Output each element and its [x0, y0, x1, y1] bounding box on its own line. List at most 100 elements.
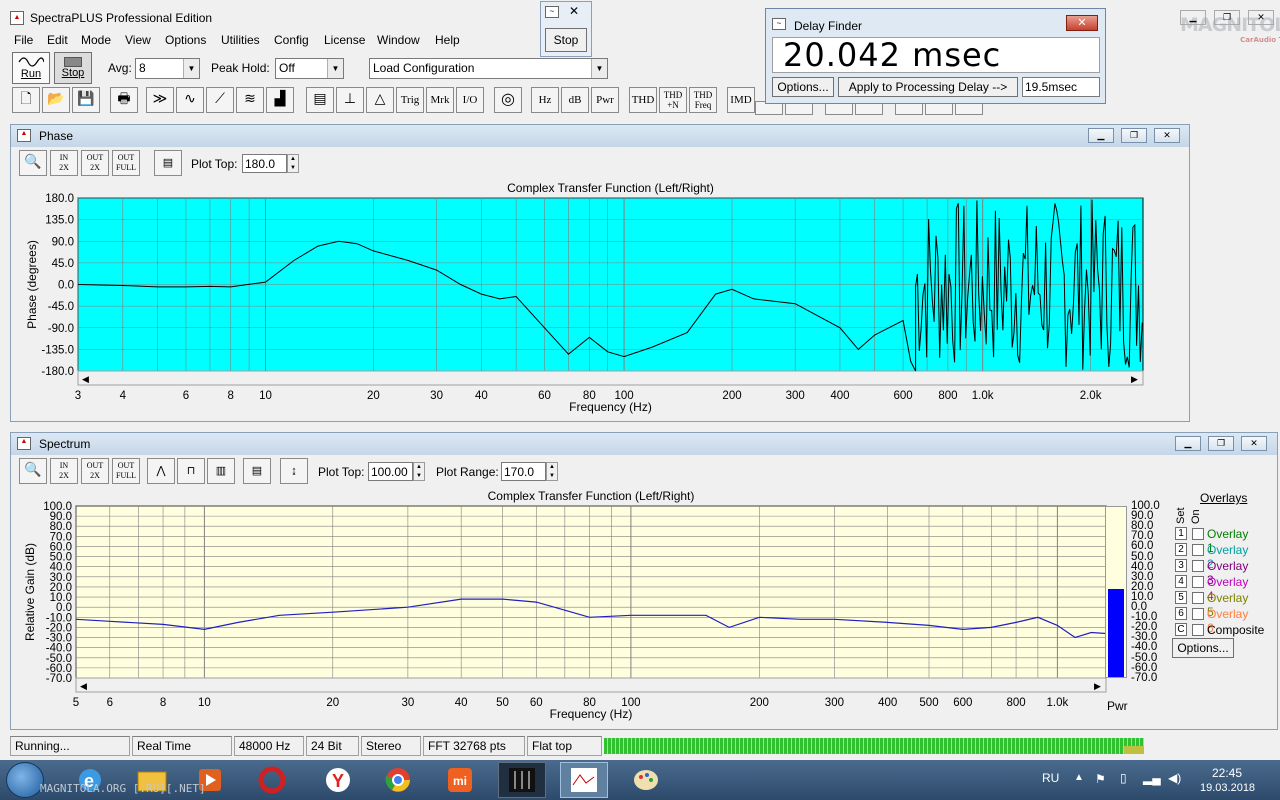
open-folder-icon[interactable]: 📂: [42, 87, 70, 113]
stop-popup-button[interactable]: Stop: [545, 28, 587, 52]
overlay-checkbox[interactable]: [1192, 624, 1204, 636]
mi-icon[interactable]: mi: [436, 762, 484, 798]
spectrum-plot-top-spinner[interactable]: ▲ ▼: [413, 462, 425, 481]
save-icon[interactable]: 💾: [72, 87, 100, 113]
spectrum-h-scrollbar[interactable]: [75, 677, 1107, 693]
fast-forward-icon[interactable]: ≫: [146, 87, 174, 113]
phase-plot-top-input[interactable]: 180.0: [242, 154, 287, 173]
menu-window[interactable]: Window: [377, 33, 420, 47]
tray-expand-icon[interactable]: ▲: [1074, 772, 1084, 783]
restore-button[interactable]: ❐: [1121, 128, 1147, 143]
scroll-right-icon[interactable]: ▶: [1131, 374, 1138, 384]
3d-plot-icon[interactable]: ▟: [266, 87, 294, 113]
triangle-icon[interactable]: △: [366, 87, 394, 113]
plot-options-icon[interactable]: ▤: [243, 458, 271, 484]
overlay-checkbox[interactable]: [1192, 560, 1204, 572]
phase-h-scrollbar[interactable]: [77, 370, 1144, 386]
overlay-set-button[interactable]: 5: [1175, 591, 1187, 604]
overlay-set-button[interactable]: 3: [1175, 559, 1187, 572]
close-icon[interactable]: ✕: [569, 4, 579, 18]
stop-button[interactable]: Stop: [54, 52, 92, 84]
zoom-in-2x-icon[interactable]: IN 2X: [50, 150, 78, 176]
overlay-checkbox[interactable]: [1192, 592, 1204, 604]
avg-select[interactable]: 8 ▼: [135, 58, 200, 79]
plot-range-spinner[interactable]: ▲ ▼: [546, 462, 558, 481]
toolbar-thd-freq-button[interactable]: THD Freq: [689, 87, 717, 113]
overlay-checkbox[interactable]: [1192, 576, 1204, 588]
menu-config[interactable]: Config: [274, 33, 309, 47]
zoom-icon[interactable]: 🔍: [19, 150, 47, 176]
minimize-button[interactable]: ▁: [1088, 128, 1114, 143]
chrome-icon[interactable]: [374, 762, 422, 798]
new-file-icon[interactable]: 🗋: [12, 87, 40, 113]
toolbar-thd-button[interactable]: THD: [629, 87, 657, 113]
toolbar-db-button[interactable]: dB: [561, 87, 589, 113]
ccleaner-icon[interactable]: [248, 762, 296, 798]
clock-date[interactable]: 19.03.2018: [1200, 782, 1255, 794]
peak-hold-select[interactable]: Off ▼: [275, 58, 344, 79]
plot-range-input[interactable]: 170.0: [501, 462, 546, 481]
spectraplus-icon[interactable]: [560, 762, 608, 798]
scale-icon[interactable]: ↨: [280, 458, 308, 484]
menu-utilities[interactable]: Utilities: [221, 33, 260, 47]
toolbar-i-o-button[interactable]: I/O: [456, 87, 484, 113]
bar-plot-icon[interactable]: ▥: [207, 458, 235, 484]
step-plot-icon[interactable]: ⊓: [177, 458, 205, 484]
menu-view[interactable]: View: [125, 33, 151, 47]
yandex-icon[interactable]: Y: [314, 762, 362, 798]
restore-button[interactable]: ❐: [1208, 436, 1234, 451]
zoom-out-2x-icon[interactable]: OUT 2X: [81, 458, 109, 484]
scroll-left-icon[interactable]: ◀: [82, 374, 89, 384]
close-button[interactable]: ✕: [1154, 128, 1180, 143]
phase-plot-top-spinner[interactable]: ▲ ▼: [287, 154, 299, 173]
delay-input[interactable]: 19.5msec: [1022, 77, 1100, 97]
menu-edit[interactable]: Edit: [47, 33, 68, 47]
toolbar-thd-n-button[interactable]: THD +N: [659, 87, 687, 113]
toolbar-hz-button[interactable]: Hz: [531, 87, 559, 113]
zoom-icon[interactable]: 🔍: [19, 458, 47, 484]
battery-icon[interactable]: ▯: [1120, 771, 1127, 785]
paint-icon[interactable]: [622, 762, 670, 798]
close-button[interactable]: ✕: [1248, 10, 1274, 25]
minimize-button[interactable]: ▁: [1175, 436, 1201, 451]
close-button[interactable]: ✕: [1241, 436, 1267, 451]
scroll-left-icon[interactable]: ◀: [80, 681, 87, 691]
toolbar-imd-button[interactable]: IMD: [727, 87, 755, 113]
toolbar-trig-button[interactable]: Trig: [396, 87, 424, 113]
overlay-set-button[interactable]: 2: [1175, 543, 1187, 556]
signal-icon[interactable]: ▂▄: [1143, 771, 1161, 785]
plot-settings-icon[interactable]: ▤: [306, 87, 334, 113]
overlay-set-button[interactable]: 1: [1175, 527, 1187, 540]
axis-icon[interactable]: ⊥: [336, 87, 364, 113]
zoom-out-2x-icon[interactable]: OUT 2X: [81, 150, 109, 176]
menu-help[interactable]: Help: [435, 33, 460, 47]
waterfall-icon[interactable]: ≋: [236, 87, 264, 113]
run-button[interactable]: Run: [12, 52, 50, 84]
overlay-options-button[interactable]: Options...: [1172, 638, 1234, 658]
restore-button[interactable]: ❐: [1214, 10, 1240, 25]
volume-icon[interactable]: ◀): [1168, 771, 1181, 785]
apply-processing-delay-button[interactable]: Apply to Processing Delay -->: [838, 77, 1018, 97]
clock-time[interactable]: 22:45: [1212, 766, 1242, 780]
zoom-out-full-icon[interactable]: OUT FULL: [112, 458, 140, 484]
zoom-in-2x-icon[interactable]: IN 2X: [50, 458, 78, 484]
toolbar-mrk-button[interactable]: Mrk: [426, 87, 454, 113]
spectrum-plot-top-input[interactable]: 100.00: [368, 462, 413, 481]
menu-mode[interactable]: Mode: [81, 33, 111, 47]
menu-file[interactable]: File: [14, 33, 33, 47]
delay-options-button[interactable]: Options...: [772, 77, 834, 97]
toolbar-pwr-button[interactable]: Pwr: [591, 87, 619, 113]
waveform-icon[interactable]: ∿: [176, 87, 204, 113]
minimize-button[interactable]: ▁: [1180, 10, 1206, 25]
tray-icon-flag[interactable]: ⚑: [1095, 772, 1106, 786]
start-button[interactable]: [6, 762, 44, 798]
mixer-icon[interactable]: [498, 762, 546, 798]
scroll-right-icon[interactable]: ▶: [1094, 681, 1101, 691]
overlay-checkbox[interactable]: [1192, 608, 1204, 620]
print-icon[interactable]: 🖶: [110, 87, 138, 113]
overlay-checkbox[interactable]: [1192, 544, 1204, 556]
oscilloscope-icon[interactable]: ◎: [494, 87, 522, 113]
menu-license[interactable]: License: [324, 33, 365, 47]
close-button[interactable]: ✕: [1066, 15, 1098, 31]
overlay-set-button[interactable]: 6: [1175, 607, 1187, 620]
